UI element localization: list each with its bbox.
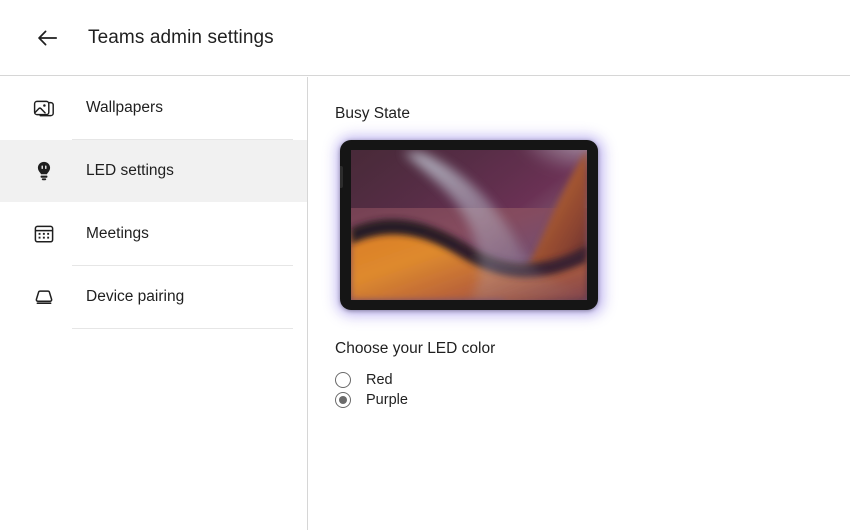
settings-sidebar: Wallpapers LED settings Meetings Device … [0, 77, 308, 530]
sidebar-item-device-pairing[interactable]: Device pairing [0, 266, 307, 328]
sidebar-item-label: Meetings [86, 225, 149, 242]
sidebar-item-label: LED settings [86, 162, 174, 179]
led-settings-panel: Busy State Choose your LED color Red Pur… [309, 77, 850, 530]
section-title: Busy State [335, 105, 410, 122]
sidebar-item-label: Device pairing [86, 288, 185, 305]
tablet-preview [335, 135, 605, 317]
radio-label: Red [366, 371, 393, 388]
lightbulb-icon [29, 156, 59, 186]
arrow-left-icon [35, 25, 61, 51]
calendar-icon [29, 219, 59, 249]
radio-indicator [335, 372, 351, 388]
radio-indicator [335, 392, 351, 408]
sidebar-item-led-settings[interactable]: LED settings [0, 140, 307, 202]
chooser-title: Choose your LED color [335, 340, 496, 357]
sidebar-divider [72, 328, 293, 329]
images-icon [29, 93, 59, 123]
sidebar-item-wallpapers[interactable]: Wallpapers [0, 77, 307, 139]
radio-label: Purple [366, 391, 408, 408]
sidebar-item-label: Wallpapers [86, 99, 163, 116]
radio-option-purple[interactable]: Purple [335, 390, 408, 410]
teams-admin-settings-page: Teams admin settings Wallpapers LED sett… [0, 0, 850, 530]
page-title: Teams admin settings [88, 26, 274, 48]
tablet-bezel [340, 140, 598, 310]
tablet-side-button [340, 166, 343, 188]
tablet-screen [351, 150, 587, 300]
page-header: Teams admin settings [0, 0, 850, 76]
back-button[interactable] [26, 16, 70, 60]
wallpaper-image [351, 150, 587, 300]
monitor-icon [29, 282, 59, 312]
radio-option-red[interactable]: Red [335, 370, 408, 390]
sidebar-item-meetings[interactable]: Meetings [0, 203, 307, 265]
led-color-radio-group: Red Purple [335, 370, 408, 410]
